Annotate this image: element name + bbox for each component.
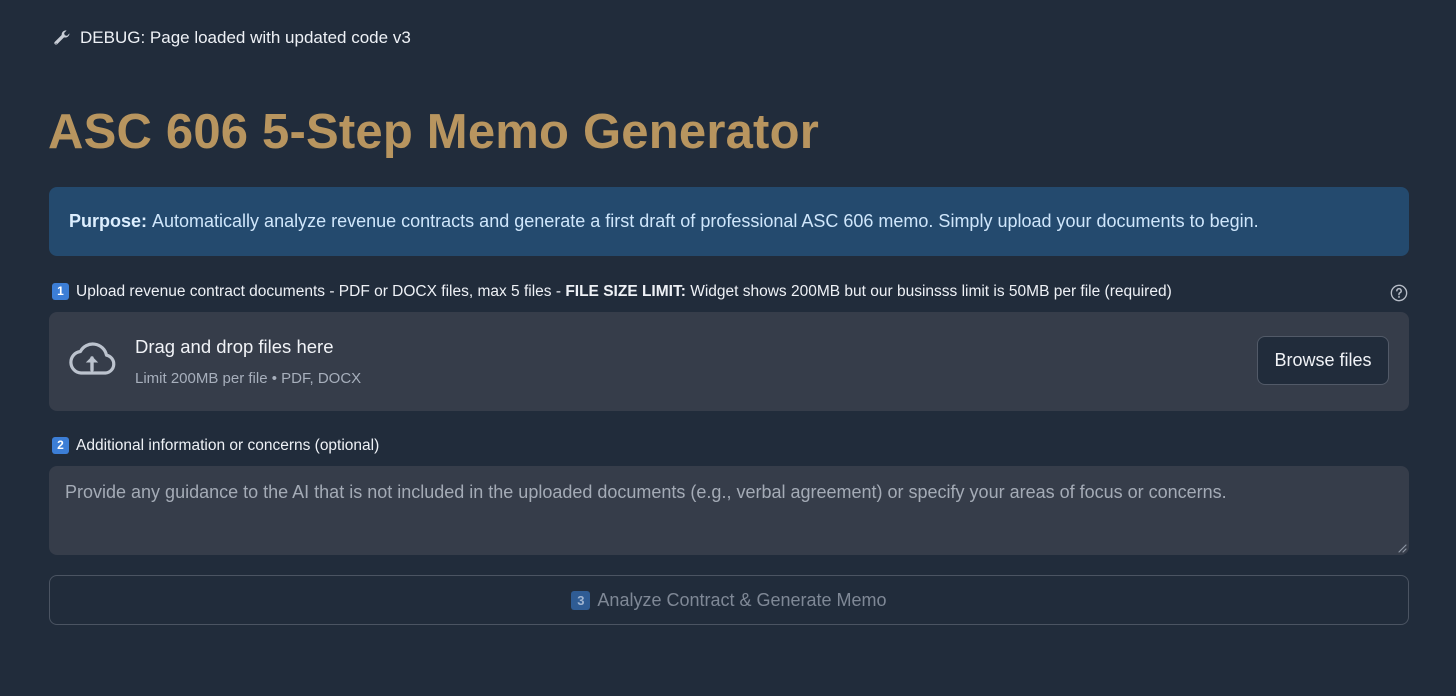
dropzone-subtitle: Limit 200MB per file • PDF, DOCX <box>135 370 362 387</box>
purpose-info-box: Purpose: Automatically analyze revenue c… <box>49 187 1409 256</box>
purpose-text: Automatically analyze revenue contracts … <box>152 211 1259 231</box>
analyze-button-label: Analyze Contract & Generate Memo <box>597 589 887 610</box>
step-2-badge: 2 <box>52 437 69 454</box>
analyze-contract-button[interactable]: 3 Analyze Contract & Generate Memo <box>49 575 1409 625</box>
additional-info-label-text: Additional information or concerns (opti… <box>76 437 380 454</box>
additional-info-textarea[interactable] <box>49 466 1409 555</box>
debug-banner: DEBUG: Page loaded with updated code v3 <box>52 28 411 48</box>
page-title: ASC 606 5-Step Memo Generator <box>48 105 819 159</box>
wrench-icon <box>54 30 70 45</box>
upload-label: 1 Upload revenue contract documents - PDF… <box>52 283 1412 301</box>
upload-label-prefix: Upload revenue contract documents - PDF … <box>76 283 561 300</box>
purpose-label: Purpose: <box>69 211 148 231</box>
resize-grip-icon[interactable] <box>1397 543 1407 553</box>
step-3-badge: 3 <box>571 590 591 610</box>
dropzone-title: Drag and drop files here <box>135 336 334 357</box>
page: DEBUG: Page loaded with updated code v3 … <box>0 0 1456 696</box>
upload-label-suffix: Widget shows 200MB but our businsss limi… <box>690 283 1172 300</box>
question-circle-icon[interactable] <box>1390 284 1408 302</box>
upload-label-bold: FILE SIZE LIMIT: <box>565 283 686 300</box>
cloud-upload-icon <box>69 342 116 375</box>
browse-files-button[interactable]: Browse files <box>1257 336 1389 385</box>
additional-info-label: 2 Additional information or concerns (opt… <box>52 437 1412 455</box>
file-dropzone[interactable] <box>49 312 1409 411</box>
step-1-badge: 1 <box>52 283 69 300</box>
debug-text: DEBUG: Page loaded with updated code v3 <box>80 28 411 47</box>
